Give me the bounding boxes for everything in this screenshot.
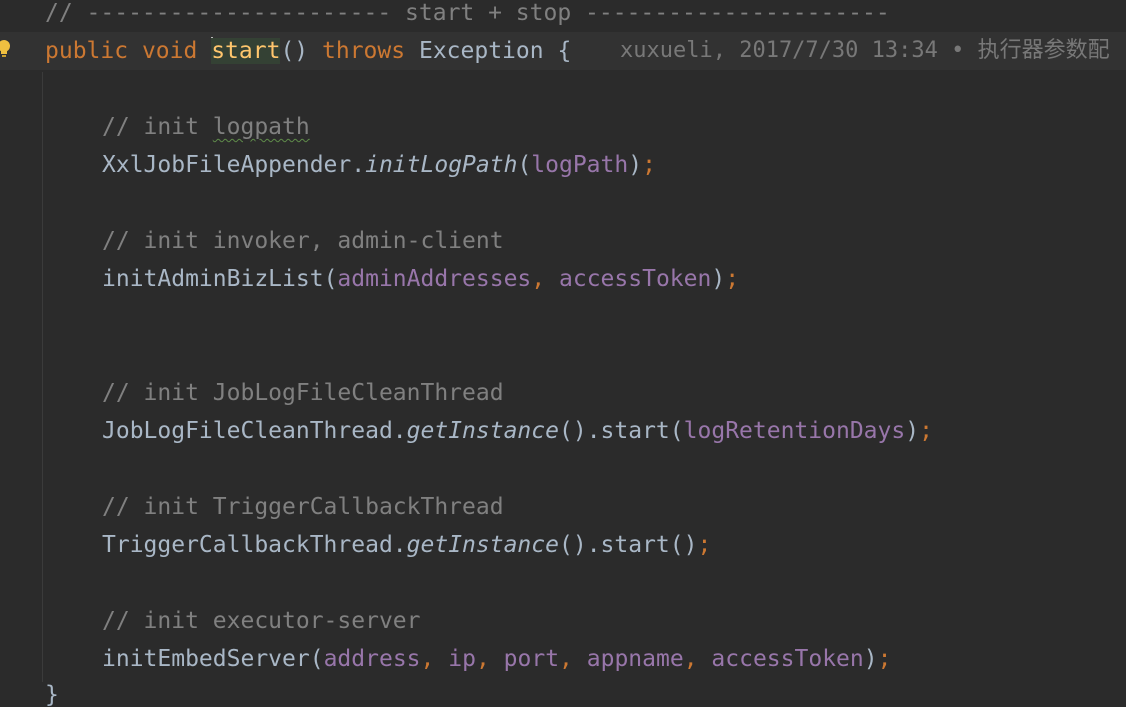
static-method-call[interactable]: getInstance [407, 532, 559, 558]
code-line-init-log-path[interactable]: XxlJobFileAppender.initLogPath(logPath); [0, 146, 1126, 184]
semicolon: ; [697, 532, 712, 558]
field-argument[interactable]: accessToken [711, 646, 863, 672]
statement-clean-thread-start: JobLogFileCleanThread.getInstance().star… [102, 412, 933, 450]
static-method-call[interactable]: initLogPath [365, 152, 517, 178]
close-paren: ) [905, 418, 920, 444]
statement-callback-thread-start: TriggerCallbackThread.getInstance().star… [102, 526, 711, 564]
dot: . [392, 418, 407, 444]
keyword-void: void [141, 38, 198, 64]
declaration-parens: () [280, 38, 309, 64]
semicolon: ; [877, 646, 892, 672]
open-paren: ( [309, 646, 324, 672]
code-line-comment-invoker[interactable]: // init invoker, admin-client [0, 222, 1126, 260]
field-argument[interactable]: logPath [531, 152, 628, 178]
statement-init-log-path: XxlJobFileAppender.initLogPath(logPath); [102, 146, 656, 184]
field-argument[interactable]: adminAddresses [337, 266, 531, 292]
field-argument[interactable]: port [504, 646, 559, 672]
method-call[interactable]: start [601, 532, 670, 558]
semicolon: ; [642, 152, 656, 178]
statement-init-admin-biz-list: initAdminBizList(adminAddresses, accessT… [102, 260, 739, 298]
method-call[interactable]: initAdminBizList [102, 266, 324, 292]
dot: . [586, 418, 601, 444]
code-line-callback-thread-start[interactable]: TriggerCallbackThread.getInstance().star… [0, 526, 1126, 564]
code-line-comment-logpath[interactable]: // init logpath [0, 108, 1126, 146]
static-method-call[interactable]: getInstance [407, 418, 559, 444]
keyword-throws: throws [322, 38, 406, 64]
closing-brace: } [45, 682, 59, 707]
class-name[interactable]: JobLogFileCleanThread [102, 418, 393, 444]
method-declaration: public void start() throws Exception { [45, 32, 571, 70]
code-line-section-comment[interactable]: // ---------------------- start + stop -… [0, 0, 1126, 32]
class-name[interactable]: TriggerCallbackThread [102, 532, 393, 558]
spelling-warning-word[interactable]: logpath [213, 114, 310, 140]
close-paren: ) [863, 646, 878, 672]
open-paren: ( [669, 418, 684, 444]
open-paren: ( [323, 266, 338, 292]
close-paren: ) [711, 266, 726, 292]
statement-init-embed-server: initEmbedServer(address, ip, port, appna… [102, 640, 891, 678]
keyword-public: public [45, 38, 129, 64]
section-comment: // ---------------------- start + stop -… [45, 0, 890, 26]
field-argument[interactable]: appname [587, 646, 684, 672]
method-call[interactable]: initEmbedServer [102, 646, 310, 672]
field-argument[interactable]: accessToken [559, 266, 711, 292]
code-line-init-admin-biz-list[interactable]: initAdminBizList(adminAddresses, accessT… [0, 260, 1126, 298]
call-parens: () [558, 418, 587, 444]
comma: , [531, 266, 546, 292]
code-line-init-embed-server[interactable]: initEmbedServer(address, ip, port, appna… [0, 640, 1126, 678]
comment-init-invoker: // init invoker, admin-client [102, 228, 504, 254]
comma: , [420, 646, 435, 672]
class-name[interactable]: XxlJobFileAppender [102, 152, 351, 178]
comma: , [683, 646, 698, 672]
code-line-comment-callback-thread[interactable]: // init TriggerCallbackThread [0, 488, 1126, 526]
dot: . [351, 152, 366, 178]
code-line-comment-executor-server[interactable]: // init executor-server [0, 602, 1126, 640]
lightbulb-icon[interactable] [0, 40, 12, 60]
comment-init-logpath: // init logpath [102, 108, 310, 146]
code-line-closing-brace[interactable]: } [0, 676, 1126, 707]
field-argument[interactable]: address [324, 646, 421, 672]
comment-init-callback-thread: // init TriggerCallbackThread [102, 494, 504, 520]
exception-type[interactable]: Exception [419, 38, 544, 64]
comment-text: // init [102, 114, 213, 140]
comment-init-executor-server: // init executor-server [102, 608, 421, 634]
comma: , [475, 646, 490, 672]
semicolon: ; [725, 266, 740, 292]
method-name-start[interactable]: start [211, 38, 281, 64]
comma: , [559, 646, 573, 672]
call-parens: () [669, 532, 698, 558]
dot: . [586, 532, 601, 558]
git-blame-annotation[interactable]: xuxueli, 2017/7/30 13:34 • 执行器参数配 [620, 32, 1110, 70]
field-argument[interactable]: logRetentionDays [684, 418, 906, 444]
semicolon: ; [919, 418, 933, 444]
open-paren: ( [517, 152, 532, 178]
code-line-method-declaration[interactable]: public void start() throws Exception { x… [0, 32, 1126, 70]
code-line-clean-thread-start[interactable]: JobLogFileCleanThread.getInstance().star… [0, 412, 1126, 450]
dot: . [392, 532, 407, 558]
comment-init-clean-thread: // init JobLogFileCleanThread [102, 380, 504, 406]
call-parens: () [558, 532, 587, 558]
method-call[interactable]: start [601, 418, 670, 444]
close-paren: ) [628, 152, 643, 178]
code-editor[interactable]: // ---------------------- start + stop -… [0, 0, 1126, 707]
field-argument[interactable]: ip [448, 646, 476, 672]
open-brace: { [557, 38, 572, 64]
code-line-comment-clean-thread[interactable]: // init JobLogFileCleanThread [0, 374, 1126, 412]
